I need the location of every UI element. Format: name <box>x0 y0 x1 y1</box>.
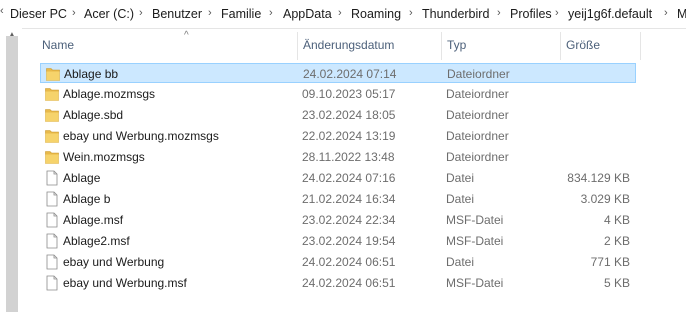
file-type: Dateiordner <box>446 108 509 122</box>
file-name: Ablage.mozmsgs <box>63 87 156 101</box>
file-name: ebay und Werbung.msf <box>63 276 187 290</box>
file-row[interactable]: Wein.mozmsgs 28.11.2022 13:48 Dateiordner <box>40 147 636 167</box>
file-name: Ablage <box>63 171 101 185</box>
file-date: 21.02.2024 16:34 <box>302 192 396 206</box>
breadcrumb-separator-icon[interactable]: › <box>269 7 273 19</box>
file-date: 24.02.2024 06:51 <box>302 255 396 269</box>
file-row[interactable]: Ablage bb 24.02.2024 07:14 Dateiordner <box>40 63 636 83</box>
column-header-size[interactable]: Größe <box>566 38 600 52</box>
file-name: Wein.mozmsgs <box>63 150 145 164</box>
breadcrumb: ‹ Dieser PC › Acer (C:) › Benutzer › Fam… <box>0 0 686 29</box>
file-icon <box>45 170 59 186</box>
breadcrumb-item-profiles[interactable]: Profiles <box>510 7 552 21</box>
file-row[interactable]: Ablage.mozmsgs 09.10.2023 05:17 Dateiordne… <box>40 84 636 104</box>
file-size: 3.029 KB <box>580 192 630 206</box>
file-date: 23.02.2024 22:34 <box>302 213 396 227</box>
breadcrumb-separator-icon[interactable]: › <box>555 7 559 19</box>
breadcrumb-separator-icon[interactable]: › <box>497 7 501 19</box>
file-name: Ablage.sbd <box>63 108 124 122</box>
breadcrumb-item-truncated[interactable]: M <box>677 7 686 21</box>
breadcrumb-item-appdata[interactable]: AppData <box>283 7 332 21</box>
file-icon <box>45 254 59 270</box>
breadcrumb-separator-icon[interactable]: › <box>664 7 668 19</box>
file-row[interactable]: Ablage2.msf 23.02.2024 19:54 MSF-Datei 2 KB <box>40 231 636 251</box>
file-date: 24.02.2024 06:51 <box>302 276 396 290</box>
breadcrumb-item-familie[interactable]: Familie <box>221 7 261 21</box>
file-date: 09.10.2023 05:17 <box>302 87 396 101</box>
file-row[interactable]: ebay und Werbung 24.02.2024 06:51 Datei 771… <box>40 252 636 272</box>
file-name: Ablage bb <box>64 67 119 81</box>
file-row[interactable]: Ablage.sbd 23.02.2024 18:05 Dateiordner <box>40 105 636 125</box>
column-divider[interactable] <box>560 32 561 60</box>
file-type: Datei <box>446 255 475 269</box>
column-header-type[interactable]: Typ <box>447 38 466 52</box>
folder-icon <box>46 66 60 82</box>
file-date: 22.02.2024 13:19 <box>302 129 396 143</box>
file-type: Dateiordner <box>446 150 509 164</box>
breadcrumb-separator-icon[interactable]: › <box>338 7 342 19</box>
file-size: 2 KB <box>603 234 630 248</box>
file-name: ebay und Werbung <box>63 255 165 269</box>
folder-icon <box>45 149 59 165</box>
breadcrumb-separator-icon[interactable]: › <box>409 7 413 19</box>
file-date: 23.02.2024 18:05 <box>302 108 396 122</box>
column-divider[interactable] <box>640 32 641 60</box>
column-header-row: ^ Name Änderungsdatum Typ Größe <box>22 28 686 64</box>
scrollbar-thumb[interactable] <box>6 36 18 312</box>
file-date: 24.02.2024 07:14 <box>303 67 397 81</box>
file-type: Datei <box>446 192 475 206</box>
file-icon <box>45 191 59 207</box>
file-row[interactable]: Ablage b 21.02.2024 16:34 Datei 3.029 KB <box>40 189 636 209</box>
column-divider[interactable] <box>297 32 298 60</box>
file-type: Dateiordner <box>446 129 509 143</box>
breadcrumb-separator-icon[interactable]: › <box>208 7 212 19</box>
file-row[interactable]: Ablage.msf 23.02.2024 22:34 MSF-Datei 4 KB <box>40 210 636 230</box>
file-type: MSF-Datei <box>446 213 504 227</box>
file-date: 24.02.2024 07:16 <box>302 171 396 185</box>
file-size: 834.129 KB <box>567 171 630 185</box>
column-header-date[interactable]: Änderungsdatum <box>303 38 394 52</box>
file-icon <box>45 212 59 228</box>
file-size: 771 KB <box>590 255 630 269</box>
folder-icon <box>45 128 59 144</box>
sort-ascending-icon: ^ <box>184 30 189 41</box>
file-name: Ablage b <box>63 192 111 206</box>
breadcrumb-separator-icon[interactable]: › <box>72 7 76 19</box>
file-type: MSF-Datei <box>446 234 504 248</box>
file-type: MSF-Datei <box>446 276 504 290</box>
column-divider[interactable] <box>441 32 442 60</box>
file-icon <box>45 233 59 249</box>
file-date: 28.11.2022 13:48 <box>302 150 395 164</box>
file-date: 23.02.2024 19:54 <box>302 234 396 248</box>
breadcrumb-item-acer[interactable]: Acer (C:) <box>84 7 134 21</box>
breadcrumb-overflow-icon[interactable]: ‹ <box>0 5 6 23</box>
file-size: 4 KB <box>603 213 630 227</box>
left-scrollbar[interactable]: ▲ <box>0 28 22 312</box>
file-icon <box>45 275 59 291</box>
breadcrumb-item-profile-folder[interactable]: yeij1g6f.default <box>568 7 652 21</box>
file-name: Ablage.msf <box>63 213 124 227</box>
file-type: Dateiordner <box>446 87 509 101</box>
column-header-name[interactable]: Name <box>42 38 74 52</box>
file-type: Datei <box>446 171 475 185</box>
breadcrumb-item-roaming[interactable]: Roaming <box>351 7 401 21</box>
file-name: ebay und Werbung.mozmsgs <box>63 129 219 143</box>
breadcrumb-separator-icon[interactable]: › <box>139 7 143 19</box>
file-name: Ablage2.msf <box>63 234 130 248</box>
file-type: Dateiordner <box>447 67 510 81</box>
breadcrumb-item-dieser-pc[interactable]: Dieser PC <box>10 7 67 21</box>
folder-icon <box>45 107 59 123</box>
breadcrumb-item-benutzer[interactable]: Benutzer <box>152 7 202 21</box>
folder-icon <box>45 86 59 102</box>
breadcrumb-item-thunderbird[interactable]: Thunderbird <box>422 7 489 21</box>
file-row[interactable]: Ablage 24.02.2024 07:16 Datei 834.129 KB <box>40 168 636 188</box>
file-row[interactable]: ebay und Werbung.mozmsgs 22.02.2024 13:19… <box>40 126 636 146</box>
file-row[interactable]: ebay und Werbung.msf 24.02.2024 06:51 MSF-… <box>40 273 636 293</box>
file-size: 5 KB <box>603 276 630 290</box>
